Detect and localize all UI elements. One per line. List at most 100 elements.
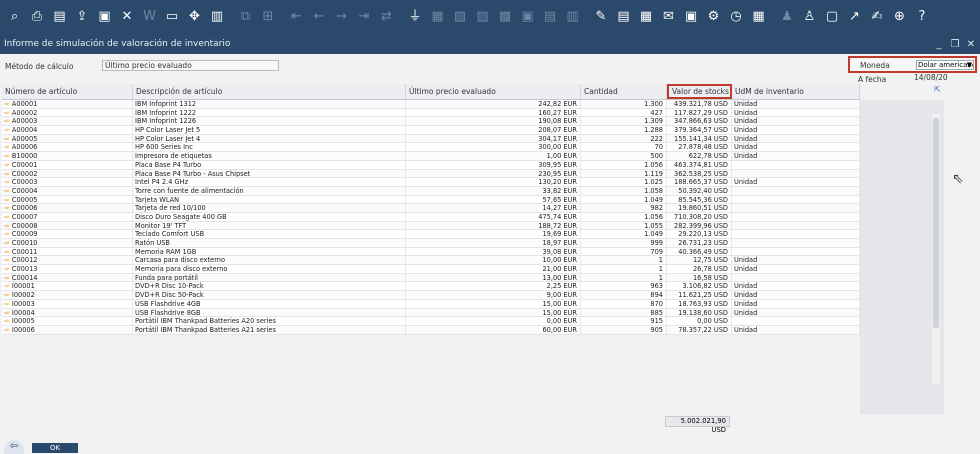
columns-icon[interactable]: ⧉ bbox=[235, 7, 256, 27]
link-arrow-icon[interactable]: ⇨ bbox=[4, 178, 10, 186]
print-icon[interactable]: ⎙ bbox=[27, 7, 48, 27]
user-icon[interactable]: ♙ bbox=[799, 7, 820, 27]
link-arrow-icon[interactable]: ⇨ bbox=[4, 222, 10, 230]
currency-dropdown[interactable]: Dolar americano ▼ bbox=[916, 60, 974, 70]
user-defined-icon[interactable]: ▦ bbox=[636, 7, 657, 27]
link-arrow-icon[interactable]: ⇨ bbox=[4, 282, 10, 290]
column-header[interactable]: UdM de inventario bbox=[732, 84, 860, 99]
refresh-icon[interactable]: ⇄ bbox=[376, 7, 397, 27]
filter-icon[interactable]: ⏚ bbox=[405, 7, 426, 27]
first-record-icon[interactable]: ⇤ bbox=[286, 7, 307, 27]
move-icon[interactable]: ✥ bbox=[184, 7, 205, 27]
word-icon[interactable]: W bbox=[139, 7, 160, 27]
link-arrow-icon[interactable]: ⇨ bbox=[4, 135, 10, 143]
journal-icon[interactable]: ▣ bbox=[517, 7, 538, 27]
history-icon[interactable]: ◷ bbox=[726, 7, 747, 27]
table-row[interactable]: ⇨ I00002 DVD+R Disc 50-Pack 9,00 EUR 894 11.6… bbox=[2, 291, 860, 300]
table-row[interactable]: ⇨ I00001 DVD+R Disc 10-Pack 2,25 EUR 963 3.10… bbox=[2, 282, 860, 292]
table-row[interactable]: ⇨ A00002 IBM Infoprint 1222 160,27 EUR 427 11… bbox=[2, 108, 860, 118]
link-arrow-icon[interactable]: ⇨ bbox=[4, 317, 10, 325]
next-record-icon[interactable]: → bbox=[331, 7, 352, 27]
link-arrow-icon[interactable]: ⇨ bbox=[4, 196, 10, 204]
table-row[interactable]: ⇨ C00012 Carcasa para disco externo 10,00 E… bbox=[2, 256, 860, 266]
form-settings-icon[interactable]: ▤ bbox=[613, 7, 634, 27]
edit-icon[interactable]: ✎ bbox=[591, 7, 612, 27]
link-arrow-icon[interactable]: ⇨ bbox=[4, 126, 10, 134]
grid-icon[interactable]: ⊞ bbox=[258, 7, 279, 27]
previous-record-icon[interactable]: ← bbox=[309, 7, 330, 27]
link-arrow-icon[interactable]: ⇨ bbox=[4, 326, 10, 334]
message-icon[interactable]: ✉ bbox=[658, 7, 679, 27]
settings-icon[interactable]: ⚙ bbox=[703, 7, 724, 27]
layout-icon[interactable]: ▤ bbox=[540, 7, 561, 27]
table-row[interactable]: ⇨ C00014 Funda para portátil 13,00 EUR 1 16,5… bbox=[2, 273, 860, 283]
link-arrow-icon[interactable]: ⇨ bbox=[4, 204, 10, 212]
target-document-icon[interactable]: ▨ bbox=[472, 7, 493, 27]
chart-icon[interactable]: ↗ bbox=[844, 7, 865, 27]
table-row[interactable]: ⇨ B10000 Impresora de etiquetas 1,00 EUR 500… bbox=[2, 152, 860, 161]
table-row[interactable]: ⇨ A00003 IBM Infoprint 1226 190,08 EUR 1.309… bbox=[2, 117, 860, 127]
dropdown-arrow-icon[interactable]: ▼ bbox=[967, 61, 972, 69]
table-row[interactable]: ⇨ A00004 HP Color Laser Jet 5 208,07 EUR 1.2… bbox=[2, 126, 860, 135]
column-header[interactable]: Último precio evaluado bbox=[406, 84, 581, 99]
excel-icon[interactable]: ✕ bbox=[117, 7, 138, 27]
gross-profit-icon[interactable]: ▩ bbox=[495, 7, 516, 27]
search-icon[interactable]: ⌕ bbox=[4, 7, 25, 27]
scrollbar-thumb[interactable] bbox=[933, 118, 939, 328]
calculator-icon[interactable]: ▦ bbox=[748, 7, 769, 27]
table-row[interactable]: ⇨ C00003 Intel P4 2.4 GHz 130,20 EUR 1.025 18… bbox=[2, 178, 860, 187]
restore-icon[interactable]: ❐ bbox=[948, 39, 962, 50]
link-arrow-icon[interactable]: ⇨ bbox=[4, 152, 10, 160]
last-record-icon[interactable]: ⇥ bbox=[354, 7, 375, 27]
table-row[interactable]: ⇨ C00013 Memoria para disco externo 21,00 E… bbox=[2, 265, 860, 274]
table-row[interactable]: ⇨ C00004 Torre con fuente de alimentación 3… bbox=[2, 186, 860, 196]
table-row[interactable]: ⇨ I00004 USB Flashdrive 8GB 15,00 EUR 885 19.… bbox=[2, 308, 860, 318]
column-header[interactable]: Valor de stocks bbox=[667, 84, 732, 99]
link-arrow-icon[interactable]: ⇨ bbox=[4, 248, 10, 256]
link-arrow-icon[interactable]: ⇨ bbox=[4, 274, 10, 282]
table-row[interactable]: ⇨ C00011 Memoria RAM 1GB 39,08 EUR 709 40.366… bbox=[2, 247, 860, 257]
link-arrow-icon[interactable]: ⇨ bbox=[4, 187, 10, 195]
link-arrow-icon[interactable]: ⇨ bbox=[4, 161, 10, 169]
pdf-icon[interactable]: ▭ bbox=[162, 7, 183, 27]
table-row[interactable]: ⇨ I00005 Portátil IBM Thankpad Batteries A… bbox=[2, 317, 860, 326]
back-arrow-icon[interactable]: ⇦ bbox=[4, 440, 24, 454]
link-arrow-icon[interactable]: ⇨ bbox=[4, 230, 10, 238]
link-arrow-icon[interactable]: ⇨ bbox=[4, 143, 10, 151]
table-row[interactable]: ⇨ C00001 Placa Base P4 Turbo 309,95 EUR 1.05… bbox=[2, 160, 860, 170]
table-row[interactable]: ⇨ I00003 USB Flashdrive 4GB 15,00 EUR 870 18.… bbox=[2, 299, 860, 309]
link-arrow-icon[interactable]: ⇨ bbox=[4, 256, 10, 264]
column-header[interactable]: Número de artículo bbox=[2, 84, 133, 99]
table-row[interactable]: ⇨ A00006 HP 600 Series Inc 300,00 EUR 70 27.8… bbox=[2, 143, 860, 153]
link-arrow-icon[interactable]: ⇨ bbox=[4, 117, 10, 125]
print-preview-icon[interactable]: ▤ bbox=[49, 7, 70, 27]
table-row[interactable]: ⇨ I00006 Portátil IBM Thankpad Batteries A… bbox=[2, 325, 860, 335]
link-arrow-icon[interactable]: ⇨ bbox=[4, 265, 10, 273]
users-icon[interactable]: ♟ bbox=[777, 7, 798, 27]
link-arrow-icon[interactable]: ⇨ bbox=[4, 100, 10, 108]
signature-icon[interactable]: ✍ bbox=[867, 7, 888, 27]
column-header[interactable]: Cantidad bbox=[581, 84, 667, 99]
link-arrow-icon[interactable]: ⇨ bbox=[4, 170, 10, 178]
table-row[interactable]: ⇨ A00001 IBM Infoprint 1312 242,82 EUR 1.300… bbox=[2, 100, 860, 109]
date-field[interactable]: 14/08/20 bbox=[912, 73, 948, 84]
sort-icon[interactable]: ▦ bbox=[427, 7, 448, 27]
export-icon[interactable]: ⇪ bbox=[72, 7, 93, 27]
table-row[interactable]: ⇨ A00005 HP Color Laser Jet 4 304,17 EUR 222… bbox=[2, 134, 860, 144]
table-row[interactable]: ⇨ C00002 Placa Base P4 Turbo - Asus Chipse… bbox=[2, 169, 860, 179]
alerts-icon[interactable]: ▣ bbox=[681, 7, 702, 27]
base-document-icon[interactable]: ▧ bbox=[450, 7, 471, 27]
column-header[interactable]: Descripción de artículo bbox=[133, 84, 406, 99]
table-row[interactable]: ⇨ C00010 Ratón USB 18,97 EUR 999 26.731,23 US… bbox=[2, 239, 860, 248]
link-arrow-icon[interactable]: ⇨ bbox=[4, 300, 10, 308]
web-icon[interactable]: ⊕ bbox=[889, 7, 910, 27]
minimize-icon[interactable]: _ bbox=[932, 39, 946, 50]
table-row[interactable]: ⇨ C00008 Monitor 19' TFT 188,72 EUR 1.055 282… bbox=[2, 221, 860, 231]
query-icon[interactable]: ▢ bbox=[822, 7, 843, 27]
close-icon[interactable]: ✕ bbox=[964, 39, 978, 50]
volume-icon[interactable]: ▥ bbox=[562, 7, 583, 27]
vertical-scrollbar[interactable] bbox=[932, 114, 940, 384]
link-arrow-icon[interactable]: ⇨ bbox=[4, 213, 10, 221]
document-icon[interactable]: ▥ bbox=[207, 7, 228, 27]
link-arrow-icon[interactable]: ⇨ bbox=[4, 291, 10, 299]
